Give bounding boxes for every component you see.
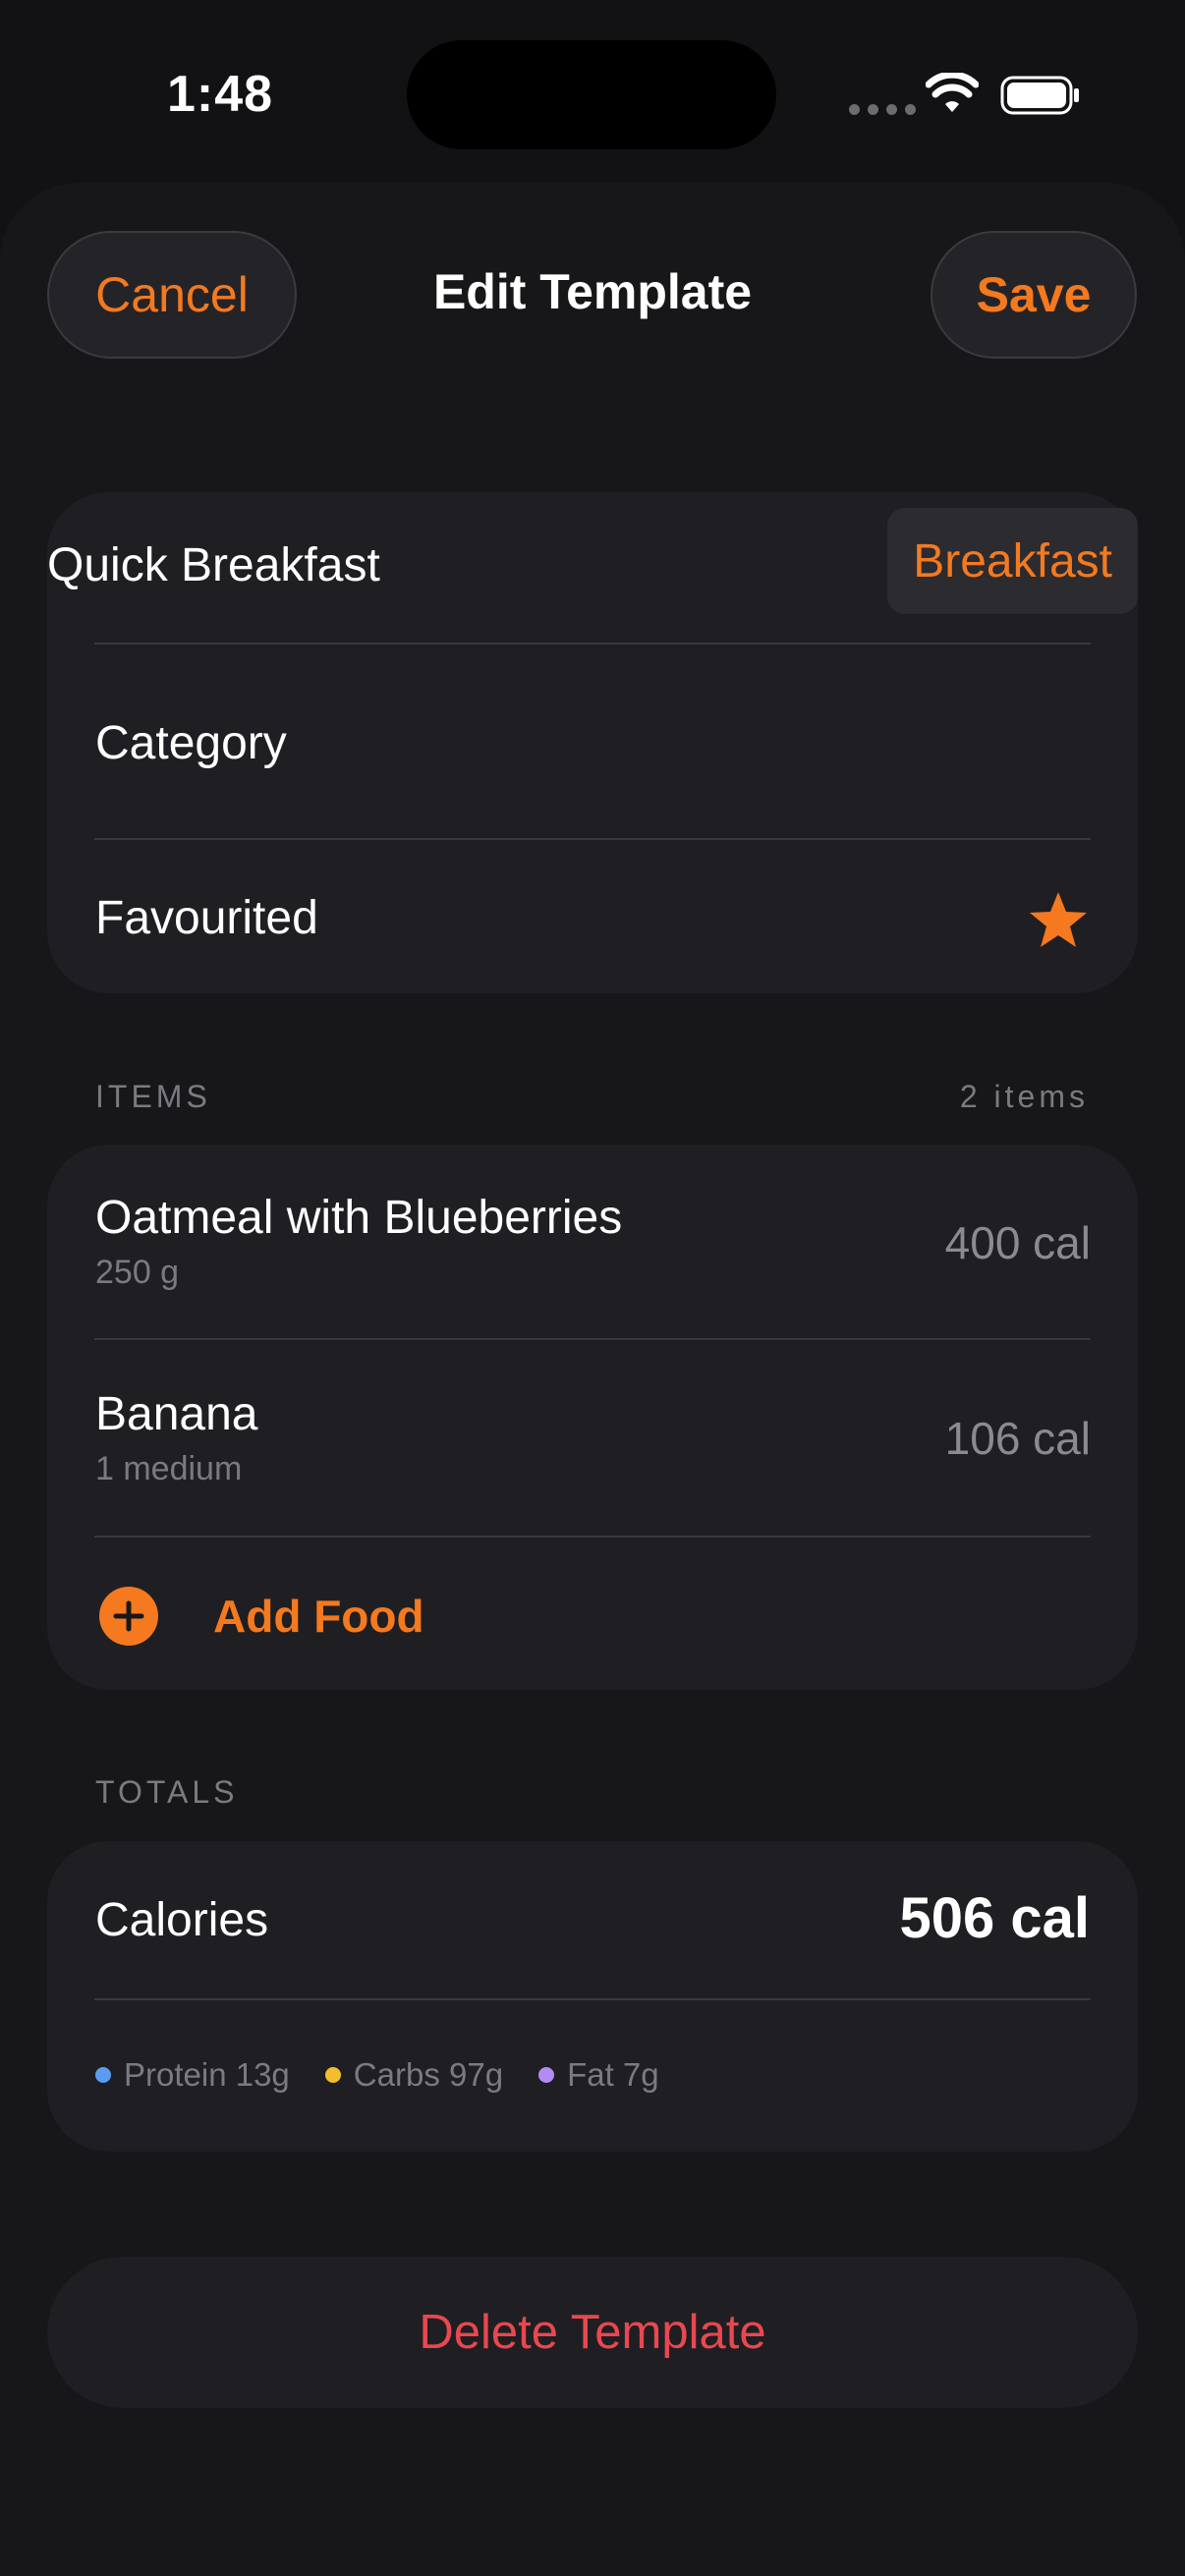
cancel-button[interactable]: Cancel [47,231,297,359]
fat-dot [538,2067,555,2083]
status-time: 1:48 [167,66,274,123]
list-item[interactable]: Banana 1 medium 106 cal [47,1340,1138,1535]
protein-dot [95,2067,111,2083]
item-portion: 1 medium [95,1450,243,1487]
macro-fat: Fat 7g [538,2056,659,2094]
macro-label: Protein 13g [124,2056,290,2093]
save-button[interactable]: Save [931,231,1137,359]
macro-protein: Protein 13g [95,2056,290,2094]
macro-breakdown: Protein 13g Carbs 97g Fat 7g [95,2056,695,2094]
macro-label: Carbs 97g [353,2056,504,2093]
category-label: Category [95,717,287,769]
item-calories: 106 cal [944,1413,1091,1464]
page-title: Edit Template [432,264,753,319]
status-bar: 1:48 [0,0,1185,177]
signal-icon [849,104,916,115]
favourited-label: Favourited [95,892,318,944]
divider [94,643,1091,644]
battery-icon [1000,76,1079,115]
macro-label: Fat 7g [567,2056,659,2093]
dynamic-island [407,40,776,149]
items-count: 2 items [959,1079,1089,1114]
totals-section-label: TOTALS [95,1774,239,1810]
calories-label: Calories [95,1894,269,1946]
plus-circle-icon[interactable] [99,1587,158,1646]
divider [94,1998,1091,2000]
list-item[interactable]: Oatmeal with Blueberries 250 g 400 cal [47,1145,1138,1339]
calories-total: 506 cal [899,1886,1090,1950]
add-food-label[interactable]: Add Food [213,1587,424,1646]
item-name: Oatmeal with Blueberries [95,1192,623,1244]
item-name: Banana [95,1388,258,1440]
macro-carbs: Carbs 97g [324,2056,504,2094]
item-portion: 250 g [95,1254,180,1291]
star-icon[interactable] [1027,889,1090,952]
wifi-icon [926,73,979,112]
items-section-label: ITEMS [95,1079,211,1114]
carbs-dot [324,2067,341,2083]
category-picker[interactable]: Breakfast [887,508,1138,614]
divider [94,838,1091,840]
add-food-button[interactable] [47,1538,1138,1690]
delete-template-button[interactable]: Delete Template [47,2257,1138,2408]
item-calories: 400 cal [944,1217,1091,1268]
